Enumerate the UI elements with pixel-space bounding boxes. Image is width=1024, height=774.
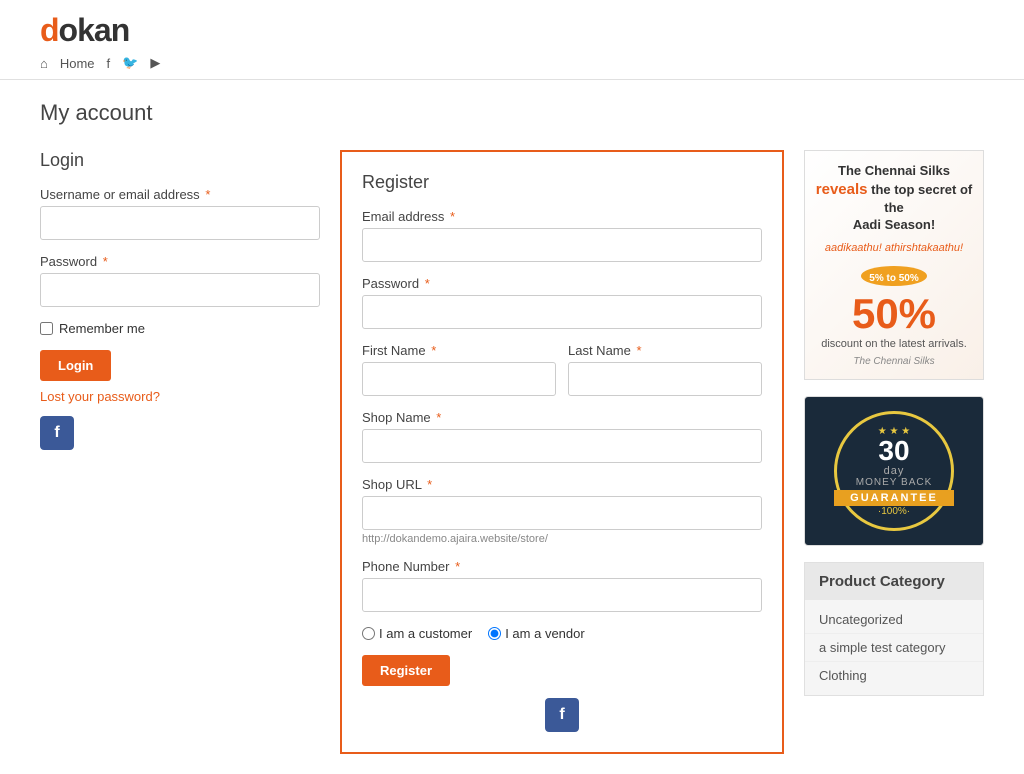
youtube-nav-icon[interactable]: ▶ (150, 55, 160, 71)
email-required: * (450, 209, 455, 224)
username-group: Username or email address * (40, 187, 320, 240)
guarantee-circle: ★ ★ ★ 30 day MONEY BACK GUARANTEE ·100%· (834, 411, 954, 531)
category-uncategorized[interactable]: Uncategorized (819, 612, 903, 627)
page-title: My account (40, 100, 984, 126)
guarantee-days: 30 (878, 437, 909, 465)
account-type-group: I am a customer I am a vendor (362, 626, 762, 641)
shop-url-required: * (427, 477, 432, 492)
nav-bar: ⌂ Home f 🐦 ▶ (40, 55, 984, 71)
home-icon: ⌂ (40, 56, 48, 71)
guarantee-banner: ★ ★ ★ 30 day MONEY BACK GUARANTEE ·100%· (804, 396, 984, 546)
home-link[interactable]: Home (60, 56, 95, 71)
vendor-radio-label[interactable]: I am a vendor (488, 626, 585, 641)
username-input[interactable] (40, 206, 320, 240)
ad-discount: 50% (815, 290, 973, 338)
shop-url-label: Shop URL * (362, 477, 762, 492)
first-name-label: First Name * (362, 343, 556, 358)
email-group: Email address * (362, 209, 762, 262)
vendor-radio[interactable] (488, 627, 501, 640)
list-item[interactable]: Uncategorized (805, 606, 983, 634)
product-category-title: Product Category (805, 563, 983, 600)
header: dokan ⌂ Home f 🐦 ▶ (0, 0, 1024, 80)
lost-password-link[interactable]: Lost your password? (40, 389, 320, 404)
password-input[interactable] (40, 273, 320, 307)
twitter-nav-icon[interactable]: 🐦 (122, 55, 138, 71)
email-label: Email address * (362, 209, 762, 224)
shop-url-input[interactable] (362, 496, 762, 530)
password-label: Password * (40, 254, 320, 269)
register-title: Register (362, 172, 762, 193)
product-category-widget: Product Category Uncategorized a simple … (804, 562, 984, 696)
last-name-group: Last Name * (568, 343, 762, 396)
register-section: Register Email address * Password * (340, 150, 784, 754)
category-simple-test[interactable]: a simple test category (819, 640, 945, 655)
shop-name-label: Shop Name * (362, 410, 762, 425)
remember-me-group: Remember me (40, 321, 320, 336)
reg-password-input[interactable] (362, 295, 762, 329)
phone-group: Phone Number * (362, 559, 762, 612)
name-row: First Name * Last Name * (362, 343, 762, 410)
ad-badge: 5% to 50% (861, 266, 926, 286)
register-button[interactable]: Register (362, 655, 450, 686)
left-content: Login Username or email address * Passwo… (40, 150, 784, 754)
ad-title: The Chennai Silks reveals the top secret… (815, 163, 973, 233)
list-item[interactable]: a simple test category (805, 634, 983, 662)
login-button[interactable]: Login (40, 350, 111, 381)
phone-label: Phone Number * (362, 559, 762, 574)
ad-tagline: aadikaathu! athirshtakaathu! (815, 242, 973, 254)
facebook-nav-icon[interactable]: f (107, 56, 111, 71)
email-input[interactable] (362, 228, 762, 262)
reg-password-group: Password * (362, 276, 762, 329)
ad-content: The Chennai Silks reveals the top secret… (805, 153, 983, 376)
remember-checkbox[interactable] (40, 322, 53, 335)
sidebar: The Chennai Silks reveals the top secret… (804, 150, 984, 754)
username-label: Username or email address * (40, 187, 320, 202)
guarantee-money-back: MONEY BACK (856, 477, 933, 488)
ad-discount-text: discount on the latest arrivals. (815, 338, 973, 350)
guarantee-day-label: day (884, 465, 905, 477)
category-clothing[interactable]: Clothing (819, 668, 867, 683)
product-category-list: Uncategorized a simple test category Clo… (805, 600, 983, 695)
shop-url-hint: http://dokandemo.ajaira.website/store/ (362, 533, 762, 545)
login-title: Login (40, 150, 320, 171)
first-name-required: * (431, 343, 436, 358)
remember-label[interactable]: Remember me (59, 321, 145, 336)
reg-password-label: Password * (362, 276, 762, 291)
login-section: Login Username or email address * Passwo… (40, 150, 320, 754)
phone-required: * (455, 559, 460, 574)
last-name-label: Last Name * (568, 343, 762, 358)
ad-brand: The Chennai Silks (815, 356, 973, 367)
phone-input[interactable] (362, 578, 762, 612)
guarantee-ribbon: GUARANTEE (834, 490, 954, 506)
content-area: Login Username or email address * Passwo… (40, 150, 984, 754)
last-name-input[interactable] (568, 362, 762, 396)
shop-name-input[interactable] (362, 429, 762, 463)
main-wrapper: My account Login Username or email addre… (0, 80, 1024, 774)
shop-name-group: Shop Name * (362, 410, 762, 463)
ad-banner: The Chennai Silks reveals the top secret… (804, 150, 984, 380)
shop-name-required: * (436, 410, 441, 425)
customer-radio[interactable] (362, 627, 375, 640)
first-name-input[interactable] (362, 362, 556, 396)
password-required: * (103, 254, 108, 269)
first-name-group: First Name * (362, 343, 556, 396)
register-facebook-wrapper: f (362, 698, 762, 732)
guarantee-percent: ·100%· (878, 506, 910, 517)
shop-url-group: Shop URL * http://dokandemo.ajaira.websi… (362, 477, 762, 545)
guarantee-content: ★ ★ ★ 30 day MONEY BACK GUARANTEE ·100%· (824, 401, 964, 541)
logo-d: d (40, 12, 59, 48)
logo: dokan (40, 12, 984, 49)
facebook-register-button[interactable]: f (545, 698, 579, 732)
reg-password-required: * (425, 276, 430, 291)
password-group: Password * (40, 254, 320, 307)
list-item[interactable]: Clothing (805, 662, 983, 689)
last-name-required: * (637, 343, 642, 358)
facebook-login-button[interactable]: f (40, 416, 74, 450)
username-required: * (205, 187, 210, 202)
customer-radio-label[interactable]: I am a customer (362, 626, 472, 641)
